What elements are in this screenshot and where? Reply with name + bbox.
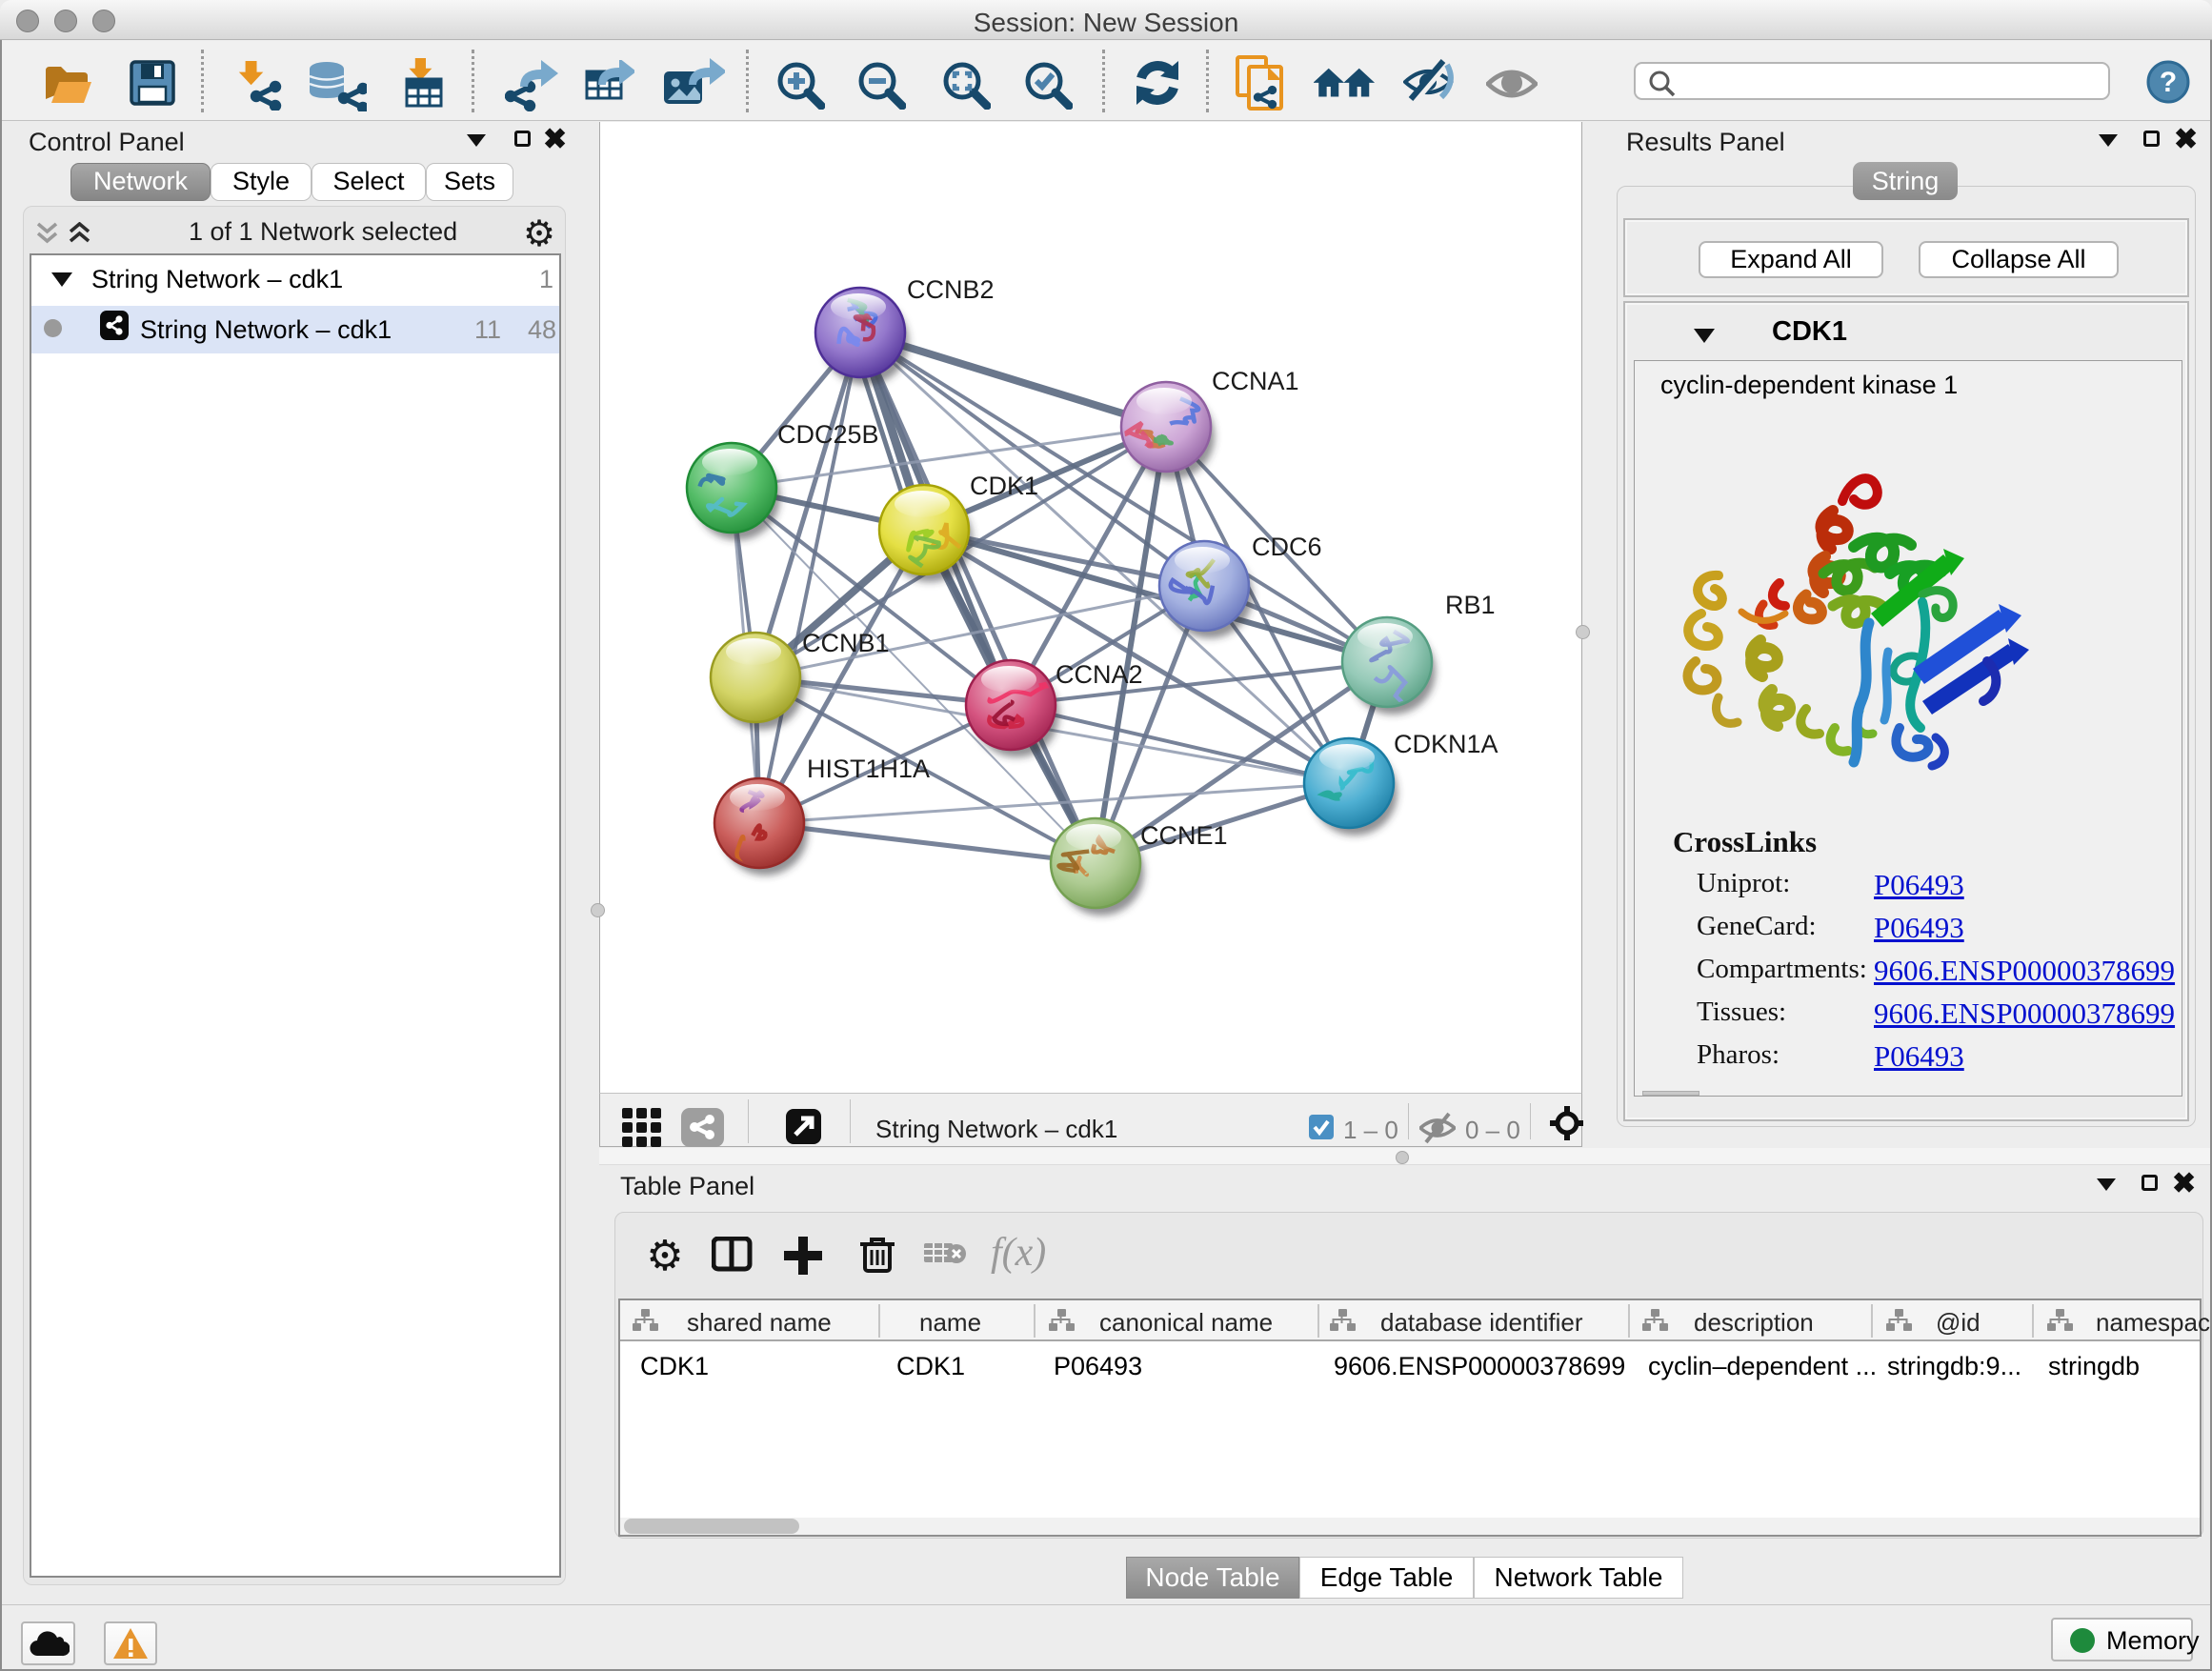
svg-text:CDK1: CDK1 bbox=[970, 472, 1038, 500]
svg-text:⚙: ⚙ bbox=[646, 1234, 683, 1276]
svg-text:CCNE1: CCNE1 bbox=[1140, 821, 1228, 850]
svg-text:CCNA1: CCNA1 bbox=[1212, 367, 1299, 395]
svg-text:CCNB2: CCNB2 bbox=[907, 275, 995, 304]
svg-text:CDC6: CDC6 bbox=[1252, 533, 1322, 561]
svg-text:?: ? bbox=[2160, 67, 2177, 98]
svg-text:CCNB1: CCNB1 bbox=[802, 629, 890, 657]
svg-text:CDKN1A: CDKN1A bbox=[1394, 730, 1498, 758]
svg-text:CCNA2: CCNA2 bbox=[1056, 660, 1143, 689]
svg-text:HIST1H1A: HIST1H1A bbox=[807, 755, 930, 783]
svg-text:CDC25B: CDC25B bbox=[777, 420, 879, 449]
svg-text:RB1: RB1 bbox=[1445, 591, 1496, 619]
